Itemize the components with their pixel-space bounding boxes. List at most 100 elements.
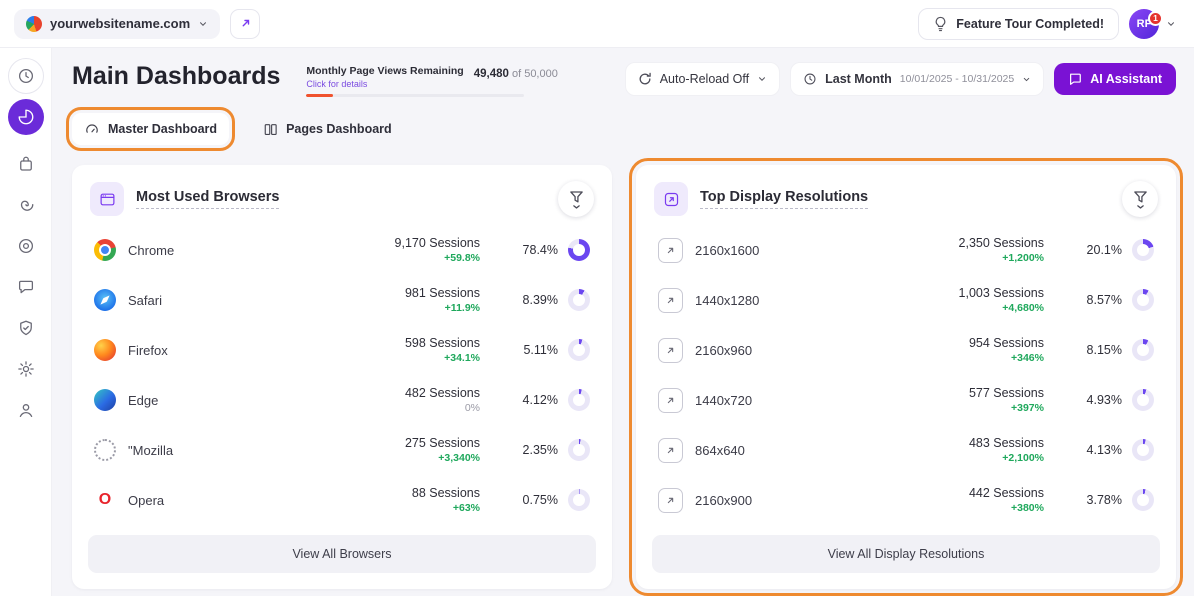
share-percent: 5.11%: [506, 343, 558, 357]
page-views-remaining: 49,480: [474, 68, 509, 80]
columns-icon: [263, 122, 278, 137]
topbar: yourwebsitename.com Feature Tour Complet…: [0, 0, 1194, 48]
resolution-icon: [658, 488, 683, 513]
chevron-down-icon: [1166, 19, 1176, 29]
browser-name: Edge: [128, 393, 158, 408]
change-percent: +59.8%: [395, 252, 480, 264]
chevron-down-icon: [198, 19, 208, 29]
share-percent: 8.57%: [1070, 293, 1122, 307]
sessions-count: 483 Sessions: [969, 436, 1044, 450]
view-all-browsers-button[interactable]: View All Browsers: [88, 535, 596, 573]
browser-name: Opera: [128, 493, 164, 508]
tab-master-dashboard[interactable]: Master Dashboard: [72, 113, 229, 145]
resolution-row[interactable]: 1440x1280 1,003 Sessions +4,680% 8.57%: [652, 275, 1160, 325]
tab-label: Master Dashboard: [108, 122, 217, 136]
share-donut: [568, 489, 590, 511]
change-percent: +346%: [969, 352, 1044, 364]
page-views-quota: Monthly Page Views Remaining Click for d…: [306, 65, 524, 97]
browser-row[interactable]: "Mozilla 275 Sessions +3,340% 2.35%: [88, 425, 596, 475]
chat-icon: [1068, 72, 1082, 86]
sidebar-item-privacy[interactable]: [8, 310, 44, 346]
change-percent: +4,680%: [959, 302, 1044, 314]
browser-row[interactable]: Safari 981 Sessions +11.9% 8.39%: [88, 275, 596, 325]
feature-tour-button[interactable]: Feature Tour Completed!: [918, 8, 1119, 40]
user-icon: [17, 401, 35, 419]
sidebar-item-history[interactable]: [8, 58, 44, 94]
shopping-bag-icon: [17, 155, 35, 173]
card-title: Top Display Resolutions: [700, 189, 868, 209]
sidebar-item-behavior[interactable]: [8, 187, 44, 223]
share-donut: [568, 439, 590, 461]
share-percent: 8.15%: [1070, 343, 1122, 357]
share-donut: [1132, 339, 1154, 361]
dashboard-tabs: Master Dashboard Pages Dashboard: [72, 113, 1176, 145]
site-favicon-icon: [26, 16, 42, 32]
resolution-name: 2160x960: [695, 343, 752, 358]
mozilla-icon: [94, 439, 116, 461]
browser-row[interactable]: Opera 88 Sessions +63% 0.75%: [88, 475, 596, 525]
page-header: Main Dashboards Monthly Page Views Remai…: [72, 62, 1176, 97]
auto-reload-dropdown[interactable]: Auto-Reload Off: [625, 62, 780, 96]
tab-pages-dashboard[interactable]: Pages Dashboard: [251, 114, 404, 145]
change-percent: +380%: [969, 502, 1044, 514]
chevron-down-icon: [1022, 75, 1031, 84]
account-menu[interactable]: RF 1: [1129, 9, 1180, 39]
page-views-total: of 50,000: [512, 68, 558, 80]
edge-icon: [94, 389, 116, 411]
period-range: 10/01/2025 - 10/31/2025: [900, 73, 1014, 85]
browser-row[interactable]: Firefox 598 Sessions +34.1% 5.11%: [88, 325, 596, 375]
open-site-button[interactable]: [230, 9, 260, 39]
sessions-count: 482 Sessions: [405, 386, 480, 400]
gear-icon: [17, 360, 35, 378]
resolution-name: 2160x1600: [695, 243, 759, 258]
resolution-icon: [658, 438, 683, 463]
sessions-count: 275 Sessions: [405, 436, 480, 450]
sidebar-item-account[interactable]: [8, 392, 44, 428]
opera-icon: [94, 489, 116, 511]
view-all-resolutions-button[interactable]: View All Display Resolutions: [652, 535, 1160, 573]
share-donut: [1132, 239, 1154, 261]
site-name: yourwebsitename.com: [50, 16, 190, 31]
sidebar-item-communication[interactable]: [8, 269, 44, 305]
filter-icon: [569, 190, 584, 209]
share-donut: [568, 339, 590, 361]
resolution-row[interactable]: 864x640 483 Sessions +2,100% 4.13%: [652, 425, 1160, 475]
browser-name: Firefox: [128, 343, 168, 358]
resolution-row[interactable]: 1440x720 577 Sessions +397% 4.93%: [652, 375, 1160, 425]
sidebar-item-dashboard[interactable]: [8, 99, 44, 135]
target-icon: [17, 237, 35, 255]
share-percent: 8.39%: [506, 293, 558, 307]
resolution-icon: [658, 238, 683, 263]
sessions-count: 9,170 Sessions: [395, 236, 480, 250]
sidebar-item-settings[interactable]: [8, 351, 44, 387]
resolution-row[interactable]: 2160x1600 2,350 Sessions +1,200% 20.1%: [652, 225, 1160, 275]
resolution-row[interactable]: 2160x900 442 Sessions +380% 3.78%: [652, 475, 1160, 525]
filter-button[interactable]: [558, 181, 594, 217]
chevron-down-icon: [757, 74, 767, 84]
resolution-row[interactable]: 2160x960 954 Sessions +346% 8.15%: [652, 325, 1160, 375]
page-views-progress-bar: [306, 94, 524, 97]
shield-check-icon: [17, 319, 35, 337]
tab-label: Pages Dashboard: [286, 122, 392, 136]
sessions-count: 598 Sessions: [405, 336, 480, 350]
browser-row[interactable]: Chrome 9,170 Sessions +59.8% 78.4%: [88, 225, 596, 275]
change-percent: 0%: [405, 402, 480, 414]
sidebar-item-competition[interactable]: [8, 228, 44, 264]
top-display-resolutions-card: Top Display Resolutions 2160x1600 2,350 …: [636, 165, 1176, 589]
sessions-count: 577 Sessions: [969, 386, 1044, 400]
sidebar-item-ecommerce[interactable]: [8, 146, 44, 182]
change-percent: +63%: [412, 502, 480, 514]
browser-row[interactable]: Edge 482 Sessions 0% 4.12%: [88, 375, 596, 425]
resolution-name: 2160x900: [695, 493, 752, 508]
click-for-details-link[interactable]: Click for details: [306, 79, 463, 89]
ai-assistant-button[interactable]: AI Assistant: [1054, 63, 1176, 95]
feature-tour-label: Feature Tour Completed!: [956, 17, 1104, 31]
dashboard-cards: Most Used Browsers Chrome 9,170 Sessions…: [72, 165, 1176, 589]
filter-button[interactable]: [1122, 181, 1158, 217]
notification-badge: 1: [1148, 11, 1163, 26]
date-range-picker[interactable]: Last Month 10/01/2025 - 10/31/2025: [790, 62, 1044, 96]
share-percent: 20.1%: [1070, 243, 1122, 257]
site-selector[interactable]: yourwebsitename.com: [14, 9, 220, 39]
safari-icon: [94, 289, 116, 311]
browser-name: "Mozilla: [128, 443, 173, 458]
